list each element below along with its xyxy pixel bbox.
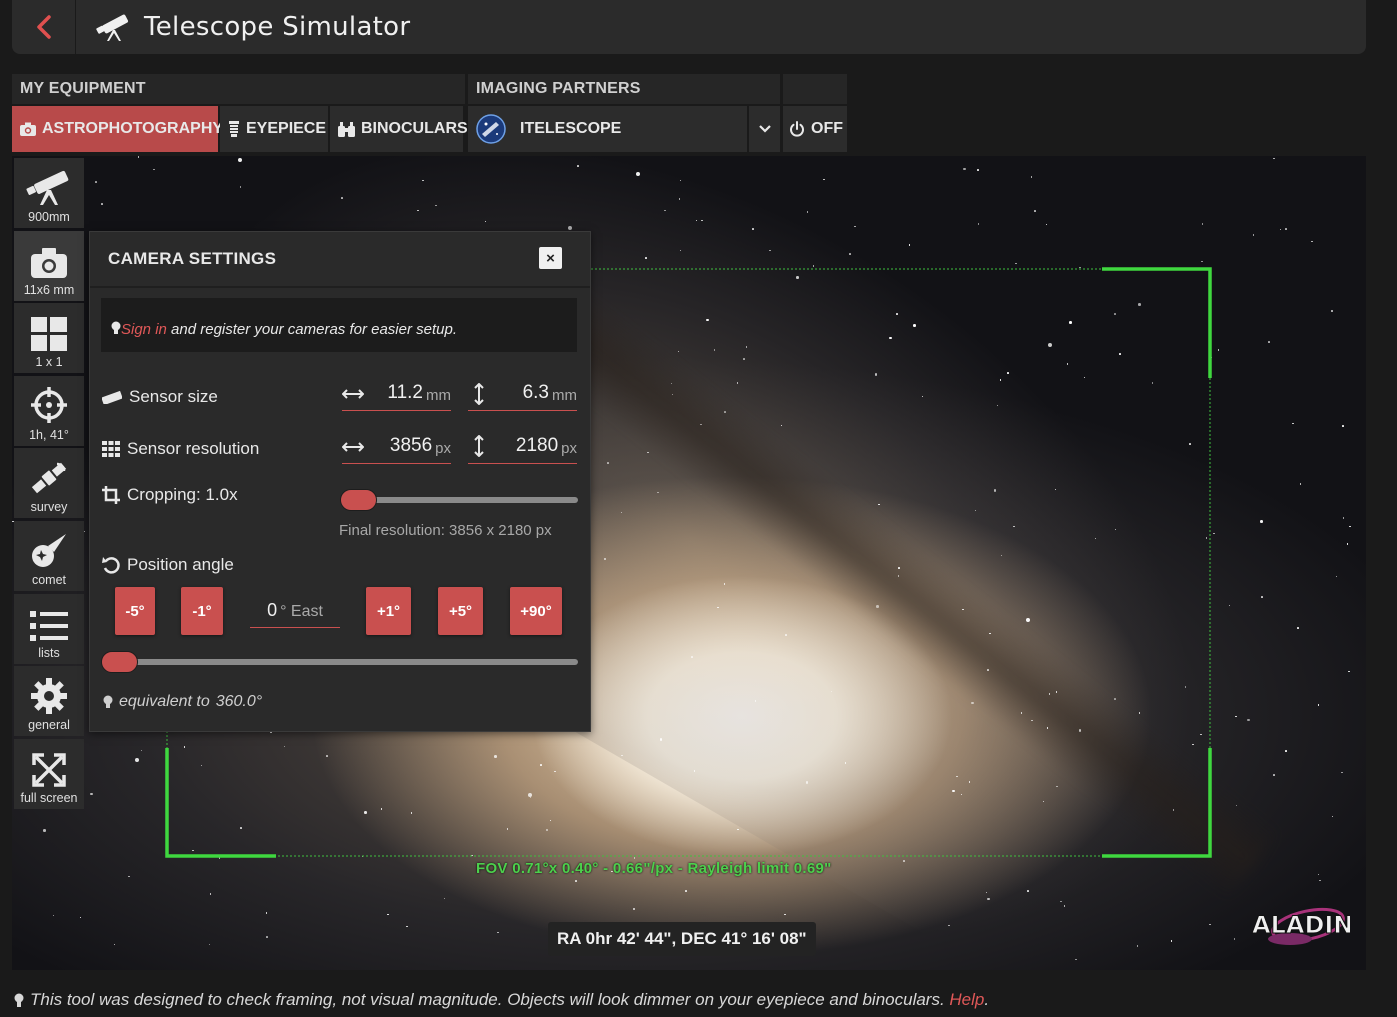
comet-icon	[32, 533, 66, 567]
imaging-partners-heading: IMAGING PARTNERS	[468, 74, 780, 104]
partner-select[interactable]: ITELESCOPE	[468, 106, 747, 152]
sensor-resolution-label: Sensor resolution	[102, 439, 259, 459]
tab-label: BINOCULARS	[361, 120, 468, 137]
position-angle-label: Position angle	[102, 555, 234, 575]
tab-binoculars[interactable]: BINOCULARS	[330, 106, 468, 152]
back-button[interactable]	[12, 0, 76, 54]
binoculars-icon	[338, 121, 355, 137]
pa-plus-5-button[interactable]: +5°	[438, 587, 483, 635]
pa-slider-thumb[interactable]	[101, 651, 138, 673]
camera-settings-panel: CAMERA SETTINGS × Sign in and register y…	[89, 231, 591, 732]
tool-full-screen[interactable]: full screen	[14, 738, 84, 809]
tool-telescope[interactable]: 900mm	[14, 158, 84, 228]
tool-mosaic[interactable]: 1 x 1	[14, 303, 84, 374]
aladin-logo[interactable]: ALADIN	[1250, 903, 1354, 956]
panel-title: CAMERA SETTINGS	[108, 249, 277, 268]
signin-link[interactable]: Sign in	[121, 321, 167, 338]
pa-plus-90-button[interactable]: +90°	[510, 587, 562, 635]
cropping-slider-track[interactable]	[342, 497, 578, 503]
tool-sidebar: 900mm 11x6 mm 1 x 1 1h, 41° survey comet…	[14, 158, 84, 811]
footer-text: This tool was designed to check framing,…	[30, 990, 950, 1009]
chevron-down-icon	[758, 125, 771, 133]
itelescope-logo	[476, 114, 506, 144]
pa-slider-track[interactable]	[102, 659, 578, 665]
my-equipment-group: MY EQUIPMENT ASTROPHOTOGRAPHY EYEPIECE B…	[12, 74, 468, 152]
cropping-label: Cropping: 1.0x	[102, 485, 238, 505]
chevron-left-icon	[36, 15, 51, 39]
imaging-partners-group: IMAGING PARTNERS ITELESCOPE	[468, 74, 780, 152]
my-equipment-heading: MY EQUIPMENT	[12, 74, 465, 104]
partner-dropdown-button[interactable]	[749, 106, 780, 152]
tool-location[interactable]: 1h, 41°	[14, 375, 84, 446]
signin-hint: Sign in and register your cameras for ea…	[101, 298, 577, 352]
sensor-size-label: Sensor size	[102, 387, 218, 407]
tab-astrophotography[interactable]: ASTROPHOTOGRAPHY	[12, 106, 223, 152]
tab-label: EYEPIECE	[246, 120, 327, 137]
gear-icon	[31, 678, 67, 715]
lightbulb-icon	[103, 695, 113, 708]
pa-equivalent: equivalent to 360.0°	[103, 693, 262, 711]
power-heading	[783, 74, 847, 104]
pa-plus-1-button[interactable]: +1°	[366, 587, 411, 635]
radec-readout: RA 0hr 42' 44", DEC 41° 16' 08"	[548, 922, 816, 956]
svg-text:ALADIN: ALADIN	[1252, 911, 1350, 939]
power-icon	[790, 121, 804, 137]
rotate-icon	[102, 557, 120, 574]
sensor-width-field[interactable]: 11.2 mm	[342, 377, 451, 411]
divider	[90, 286, 590, 288]
footer-note: This tool was designed to check framing,…	[14, 990, 989, 1010]
grid-icon	[31, 317, 67, 352]
resolution-width-field[interactable]: 3856 px	[342, 430, 451, 464]
tool-lists[interactable]: lists	[14, 593, 84, 664]
pa-minus-5-button[interactable]: -5°	[115, 587, 155, 635]
final-resolution: Final resolution: 3856 x 2180 px	[339, 522, 552, 539]
tool-survey[interactable]: survey	[14, 448, 84, 519]
fullscreen-icon	[32, 753, 66, 787]
camera-icon	[31, 247, 67, 278]
crosshair-icon	[31, 386, 67, 423]
grid-small-icon	[102, 441, 120, 457]
partner-label: ITELESCOPE	[520, 120, 622, 137]
resolution-height-field[interactable]: 2180 px	[468, 430, 577, 464]
page-title: Telescope Simulator	[144, 12, 411, 42]
lightbulb-icon	[14, 993, 24, 1007]
lightbulb-icon	[111, 321, 121, 334]
camera-icon	[20, 122, 36, 136]
app-header: Telescope Simulator	[12, 0, 1366, 54]
pa-value-field[interactable]: 0 ° East	[250, 592, 340, 628]
tab-eyepiece[interactable]: EYEPIECE	[220, 106, 328, 152]
telescope-icon	[96, 14, 129, 41]
pa-minus-1-button[interactable]: -1°	[181, 587, 223, 635]
tab-label: ASTROPHOTOGRAPHY	[42, 120, 224, 137]
telescope-icon	[26, 170, 69, 205]
power-group: OFF	[783, 74, 847, 152]
close-button[interactable]: ×	[539, 247, 562, 269]
help-link[interactable]: Help	[949, 990, 984, 1009]
off-button[interactable]: OFF	[783, 106, 847, 152]
satellite-icon	[31, 463, 67, 494]
sensor-height-field[interactable]: 6.3 mm	[468, 377, 577, 411]
crop-icon	[102, 486, 120, 504]
tool-camera[interactable]: 11x6 mm	[14, 230, 84, 301]
tool-comet[interactable]: comet	[14, 520, 84, 591]
off-label: OFF	[811, 120, 843, 137]
signin-text: and register your cameras for easier set…	[166, 321, 458, 338]
fov-info: FOV 0.71°x 0.40° - 0.66"/px - Rayleigh l…	[476, 860, 832, 877]
eyepiece-icon	[229, 121, 239, 137]
cropping-slider-thumb[interactable]	[340, 489, 377, 511]
list-icon	[30, 610, 68, 641]
tool-general-settings[interactable]: general	[14, 666, 84, 737]
ruler-icon	[102, 390, 122, 404]
